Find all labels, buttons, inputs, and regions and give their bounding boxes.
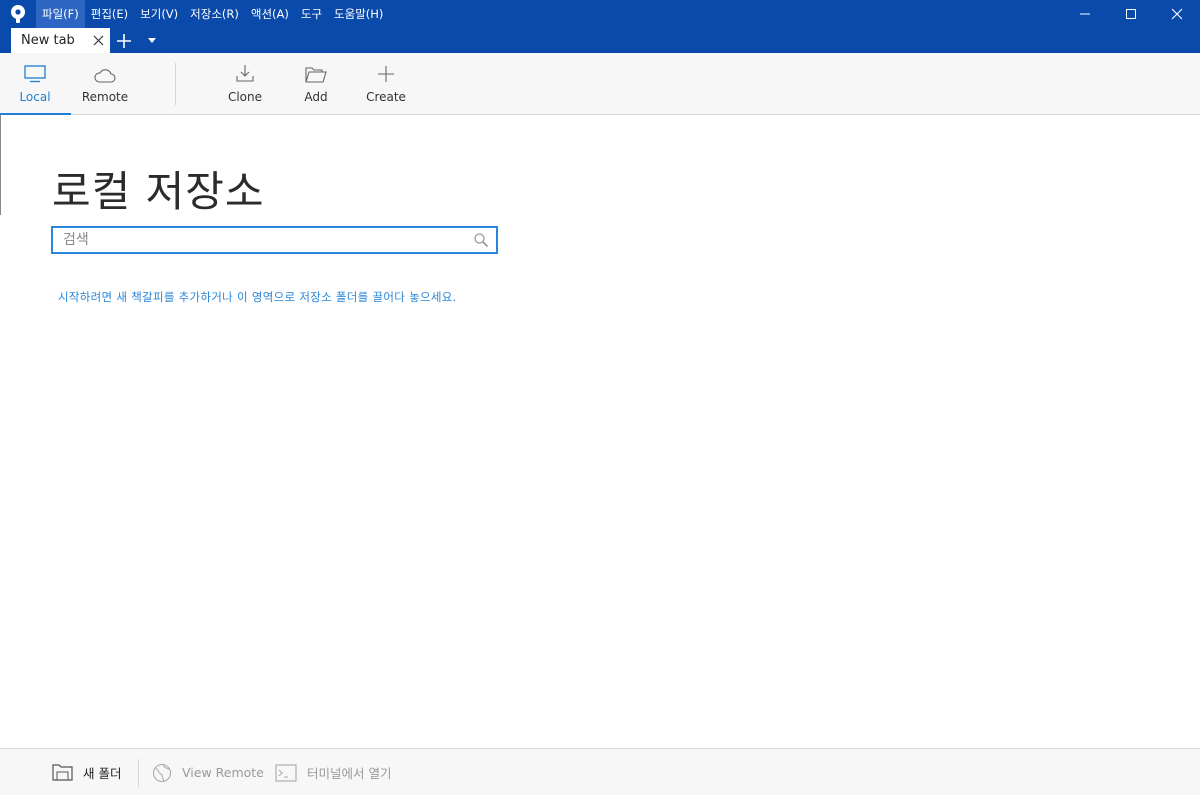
create-label: Create (366, 90, 406, 104)
maximize-icon (1126, 9, 1136, 19)
toolbar: Local Remote Clone Add Create (0, 53, 1200, 115)
download-icon (236, 65, 254, 82)
clone-label: Clone (227, 90, 263, 104)
close-button[interactable] (1154, 0, 1200, 28)
menu-file[interactable]: 파일(F) (36, 0, 85, 28)
remote-label: Remote (81, 90, 129, 104)
empty-state-hint: 시작하려면 새 책갈피를 추가하거나 이 영역으로 저장소 폴더를 끌어다 놓으… (58, 290, 457, 304)
folder-open-icon (305, 67, 327, 83)
folder-icon (52, 764, 73, 781)
minimize-icon (1080, 13, 1090, 15)
view-remote-button[interactable]: View Remote (152, 749, 264, 795)
menu-edit[interactable]: 편집(E) (85, 0, 134, 28)
minimize-button[interactable] (1062, 0, 1108, 28)
page-title: 로컬 저장소 (52, 167, 265, 216)
maximize-button[interactable] (1108, 0, 1154, 28)
cloud-icon (94, 69, 116, 83)
open-terminal-label: 터미널에서 열기 (307, 766, 392, 781)
tab-dropdown-button[interactable] (138, 28, 166, 53)
search-box[interactable] (51, 226, 498, 254)
local-button[interactable]: Local (0, 53, 71, 115)
close-icon (1171, 8, 1183, 20)
toolbar-divider (175, 63, 176, 105)
menu-tools[interactable]: 도구 (295, 0, 328, 28)
new-folder-button[interactable]: 새 폴더 (52, 749, 121, 795)
local-label: Local (19, 90, 51, 104)
remote-button[interactable]: Remote (70, 53, 140, 114)
window-edge (0, 115, 1, 215)
search-icon (474, 233, 489, 248)
menu-help[interactable]: 도움말(H) (328, 0, 389, 28)
tab-new-tab[interactable]: New tab (11, 28, 110, 53)
plus-icon (378, 66, 394, 82)
monitor-icon (24, 65, 46, 83)
bottom-bar: 새 폴더 View Remote 터미널에서 열기 (0, 748, 1200, 795)
open-terminal-button[interactable]: 터미널에서 열기 (275, 749, 391, 795)
view-remote-label: View Remote (182, 765, 264, 780)
menu-repository[interactable]: 저장소(R) (184, 0, 245, 28)
search-input[interactable] (63, 230, 463, 250)
menu-view[interactable]: 보기(V) (134, 0, 184, 28)
create-button[interactable]: Create (351, 53, 421, 114)
menu-bar: 파일(F) 편집(E) 보기(V) 저장소(R) 액션(A) 도구 도움말(H) (0, 0, 1200, 28)
tab-close-icon[interactable] (93, 35, 104, 46)
chevron-down-icon (148, 38, 156, 43)
globe-icon (152, 763, 172, 782)
new-folder-label: 새 폴더 (83, 766, 122, 781)
tab-label: New tab (21, 33, 75, 48)
plus-icon (117, 33, 131, 48)
tab-row: New tab (0, 28, 1200, 53)
add-button[interactable]: Add (281, 53, 351, 114)
window-controls (1062, 0, 1200, 28)
terminal-icon (275, 763, 297, 782)
add-tab-button[interactable] (110, 28, 138, 53)
add-label: Add (304, 90, 328, 104)
menu-actions[interactable]: 액션(A) (245, 0, 295, 28)
sourcetree-logo-icon (0, 0, 36, 28)
bottom-divider (138, 759, 139, 787)
clone-button[interactable]: Clone (210, 53, 280, 114)
title-bar: 파일(F) 편집(E) 보기(V) 저장소(R) 액션(A) 도구 도움말(H)… (0, 0, 1200, 53)
